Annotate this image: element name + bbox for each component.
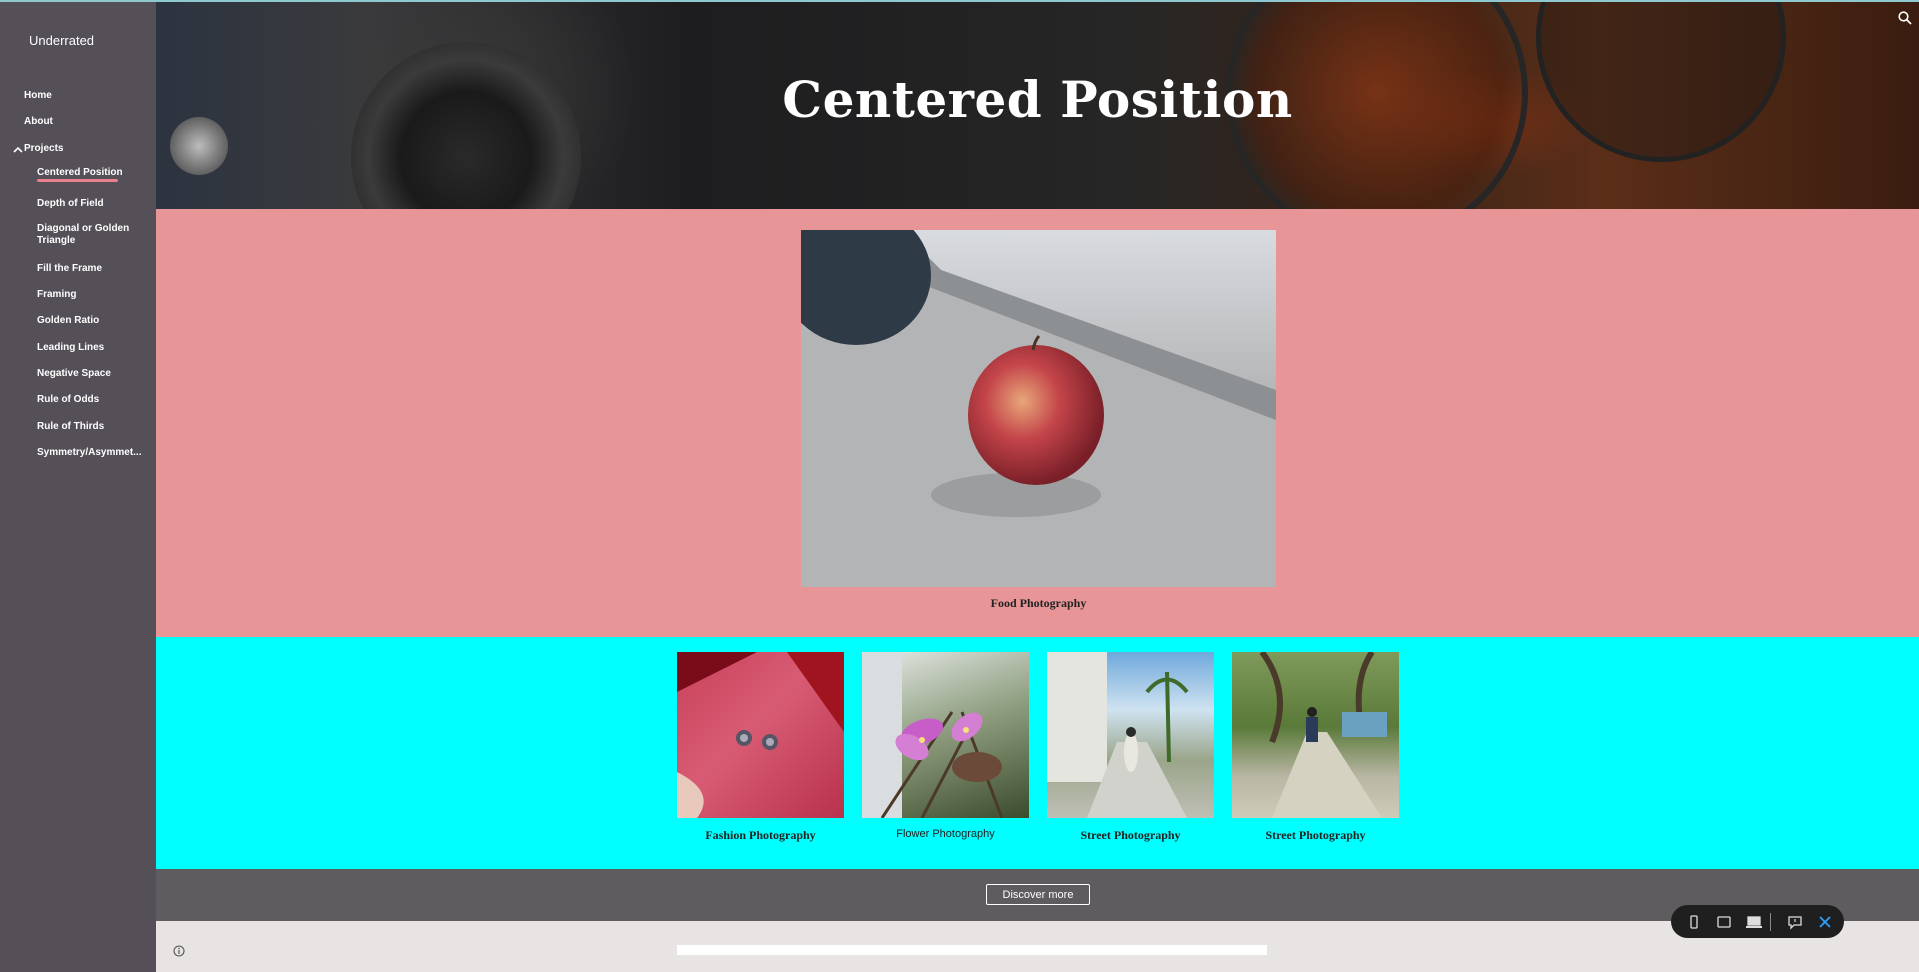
nav-item-framing[interactable]: Framing	[37, 289, 147, 301]
tablet-icon[interactable]	[1715, 913, 1733, 931]
gallery-caption-flower: Flower Photography	[896, 828, 995, 840]
flower-image	[862, 652, 1004, 818]
gallery-photo-street-2[interactable]	[1232, 652, 1399, 818]
gallery-photo-fashion[interactable]	[677, 652, 844, 818]
nav-item-leading-lines[interactable]: Leading Lines	[37, 342, 147, 354]
search-icon[interactable]	[1897, 10, 1913, 26]
hero-banner: Centered Position	[156, 2, 1919, 209]
featured-photo-apple[interactable]	[801, 230, 1276, 587]
page-title: Centered Position	[782, 70, 1293, 129]
gallery-photo-street-1[interactable]	[1047, 652, 1214, 818]
nav-item-golden-ratio[interactable]: Golden Ratio	[37, 315, 147, 327]
site-title[interactable]: Underrated	[29, 33, 94, 48]
comment-icon[interactable]	[1786, 913, 1804, 931]
gallery-caption-street-1: Street Photography	[1080, 828, 1181, 842]
nav-item-fill-the-frame[interactable]: Fill the Frame	[37, 263, 147, 275]
apple-image	[801, 230, 1276, 587]
close-icon[interactable]	[1816, 913, 1834, 931]
street-image-1	[1047, 652, 1189, 818]
footer-placeholder-bar	[677, 945, 1267, 955]
nav-item-depth-of-field[interactable]: Depth of Field	[37, 198, 147, 210]
sidebar: Underrated Home About Projects Centered …	[0, 0, 156, 972]
nav-item-negative-space[interactable]: Negative Space	[37, 368, 147, 380]
nav-item-home[interactable]: Home	[24, 90, 52, 102]
earrings-image	[677, 652, 844, 818]
nav-item-projects[interactable]: Projects	[24, 143, 63, 155]
gallery-caption-fashion: Fashion Photography	[705, 828, 816, 842]
nav-item-centered-position[interactable]: Centered Position	[37, 167, 147, 179]
nav-item-rule-of-thirds[interactable]: Rule of Thirds	[37, 421, 147, 433]
phone-icon[interactable]	[1685, 913, 1703, 931]
footer	[156, 921, 1919, 972]
laptop-icon[interactable]	[1745, 913, 1763, 931]
discover-more-button[interactable]: Discover more	[986, 884, 1090, 905]
chevron-up-icon[interactable]	[12, 144, 24, 156]
gallery-section: Fashion Photography Flower Photography S…	[156, 637, 1919, 869]
info-icon[interactable]	[173, 945, 185, 957]
gallery-caption-street-2: Street Photography	[1265, 828, 1366, 842]
nav-item-symmetry[interactable]: Symmetry/Asymmet...	[37, 447, 147, 459]
nav-item-about[interactable]: About	[24, 116, 53, 128]
preview-toolbar	[1671, 905, 1844, 938]
cta-bar: Discover more	[156, 869, 1919, 921]
active-nav-indicator	[37, 179, 118, 182]
nav-item-rule-of-odds[interactable]: Rule of Odds	[37, 394, 147, 406]
gallery-photo-flower[interactable]	[862, 652, 1029, 818]
nav-item-diagonal-golden-triangle[interactable]: Diagonal or Golden Triangle	[37, 223, 147, 247]
top-accent-line	[0, 0, 1919, 2]
toolbar-separator	[1770, 913, 1771, 931]
featured-photo-caption: Food Photography	[990, 596, 1087, 610]
featured-section: Food Photography	[156, 209, 1919, 637]
street-image-2	[1259, 652, 1387, 818]
